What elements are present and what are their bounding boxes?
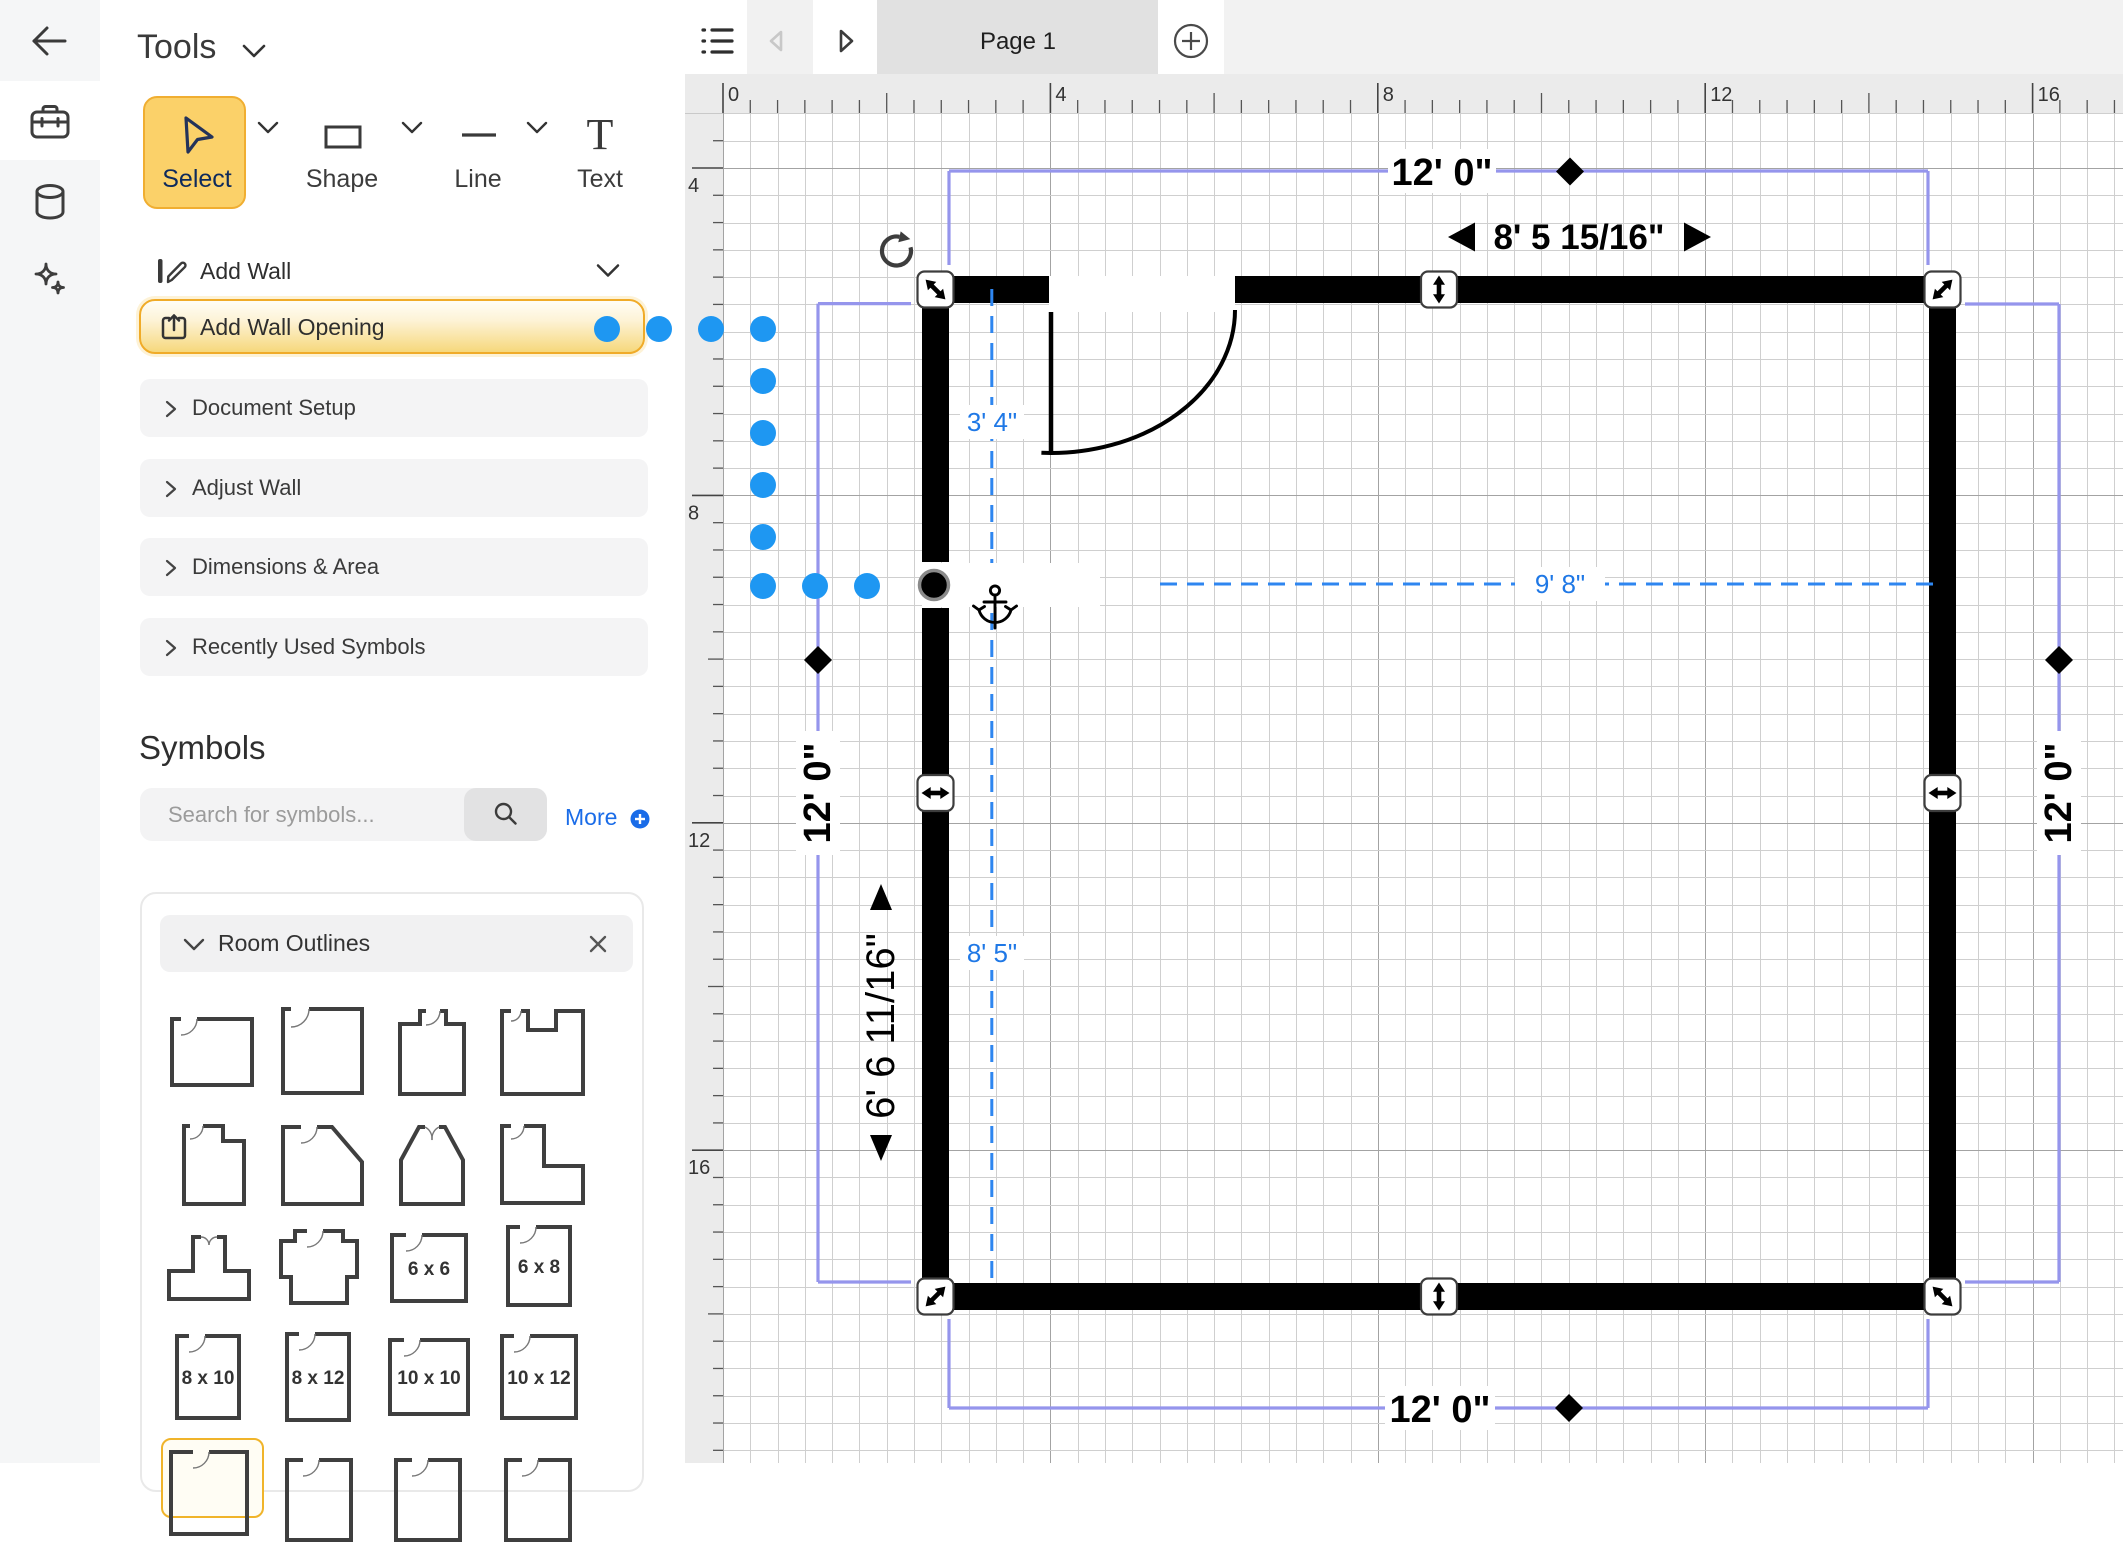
svg-text:Page 1: Page 1 xyxy=(980,28,1056,55)
svg-text:3' 4": 3' 4" xyxy=(967,407,1017,437)
svg-text:8: 8 xyxy=(688,502,699,524)
svg-text:8 x 10: 8 x 10 xyxy=(182,1368,235,1389)
svg-text:8: 8 xyxy=(1383,84,1394,106)
svg-text:12' 0": 12' 0" xyxy=(2038,742,2080,843)
svg-text:8 x 12: 8 x 12 xyxy=(292,1368,345,1389)
svg-text:9' 8": 9' 8" xyxy=(1535,569,1585,599)
svg-text:10 x 10: 10 x 10 xyxy=(397,1368,460,1389)
svg-text:6' 6 11/16": 6' 6 11/16" xyxy=(859,933,903,1119)
svg-text:16: 16 xyxy=(688,1157,710,1179)
svg-text:4: 4 xyxy=(1055,84,1066,106)
svg-text:16: 16 xyxy=(2038,84,2060,106)
svg-text:12' 0": 12' 0" xyxy=(1389,1389,1490,1431)
svg-text:6 x 8: 6 x 8 xyxy=(518,1257,560,1278)
svg-text:4: 4 xyxy=(688,175,699,197)
svg-text:6 x 6: 6 x 6 xyxy=(408,1259,450,1280)
svg-text:8' 5": 8' 5" xyxy=(967,938,1017,968)
svg-text:8' 5 15/16": 8' 5 15/16" xyxy=(1494,218,1665,257)
svg-text:12' 0": 12' 0" xyxy=(1391,152,1492,194)
svg-text:12' 0": 12' 0" xyxy=(797,742,839,843)
svg-text:0: 0 xyxy=(728,84,739,106)
svg-text:10 x 12: 10 x 12 xyxy=(507,1368,570,1389)
svg-text:12: 12 xyxy=(1710,84,1732,106)
svg-text:12: 12 xyxy=(688,830,710,852)
